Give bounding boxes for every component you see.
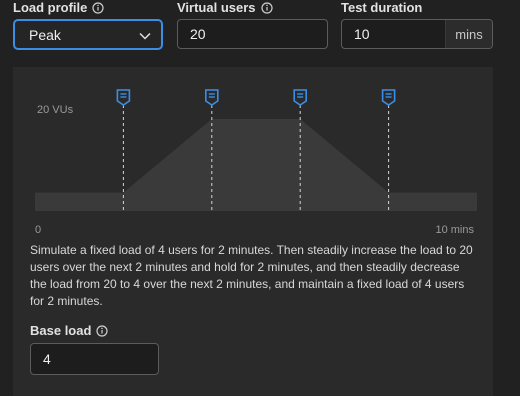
load-profile-label: Load profile bbox=[13, 0, 104, 15]
y-max-label: 20 VUs bbox=[37, 104, 74, 116]
virtual-users-input[interactable]: 20 bbox=[177, 19, 328, 49]
base-load-input[interactable]: 4 bbox=[30, 343, 159, 375]
load-profile-panel: 20 VUs 0 10 mins Simulate a fixed load o… bbox=[13, 67, 493, 396]
profile-description: Simulate a fixed load of 4 users for 2 m… bbox=[30, 243, 473, 308]
x-start-label: 0 bbox=[35, 224, 41, 236]
virtual-users-label-text: Virtual users bbox=[177, 0, 256, 15]
virtual-users-value: 20 bbox=[190, 26, 206, 42]
virtual-users-label: Virtual users bbox=[177, 0, 273, 15]
load-area-series bbox=[35, 119, 477, 211]
load-chart: 20 VUs 0 10 mins bbox=[35, 89, 477, 236]
load-config-form: Load profile Peak Virtual users 20 Test … bbox=[0, 0, 520, 396]
base-load-label-text: Base load bbox=[30, 323, 92, 338]
phase-marker-handle[interactable] bbox=[205, 89, 219, 106]
base-load-label: Base load bbox=[30, 323, 109, 338]
phase-marker-handle[interactable] bbox=[116, 89, 131, 106]
test-duration-label: Test duration bbox=[341, 0, 422, 15]
test-duration-label-text: Test duration bbox=[341, 0, 423, 15]
test-duration-input[interactable]: 10 mins bbox=[341, 19, 493, 49]
info-icon[interactable] bbox=[92, 1, 104, 14]
load-profile-label-text: Load profile bbox=[13, 0, 88, 15]
load-profile-value: Peak bbox=[29, 26, 61, 43]
chart-area bbox=[35, 119, 477, 211]
test-duration-unit: mins bbox=[445, 20, 492, 48]
load-profile-select[interactable]: Peak bbox=[13, 19, 163, 50]
chevron-down-icon bbox=[139, 27, 151, 43]
test-duration-value: 10 bbox=[354, 26, 370, 42]
phase-marker-handle[interactable] bbox=[293, 89, 307, 106]
phase-marker-handle[interactable] bbox=[381, 89, 396, 106]
base-load-value: 4 bbox=[43, 351, 51, 367]
info-icon[interactable] bbox=[260, 1, 273, 14]
info-icon[interactable] bbox=[96, 324, 109, 337]
x-end-label: 10 mins bbox=[435, 224, 474, 236]
